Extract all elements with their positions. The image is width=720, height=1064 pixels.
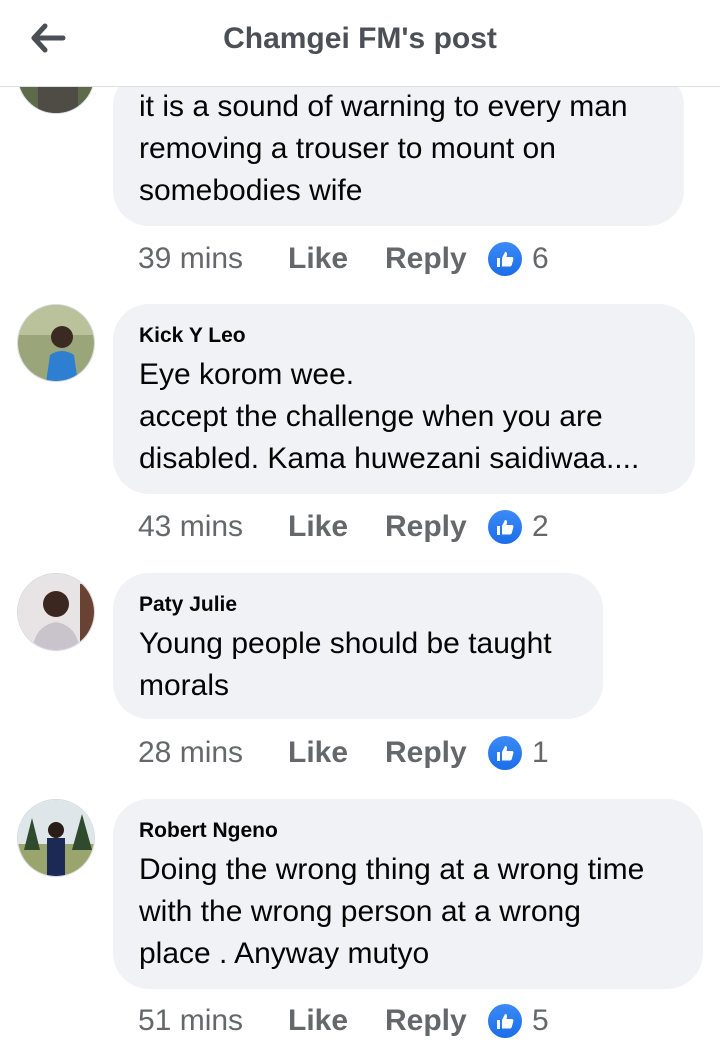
reactions[interactable]: 5 xyxy=(488,1004,549,1038)
avatar-photo xyxy=(18,800,94,876)
avatar-photo xyxy=(18,305,94,381)
page-title: Chamgei FM's post xyxy=(223,22,497,55)
comment-text: Young people should be taught morals xyxy=(139,627,552,702)
thumbs-up-icon xyxy=(488,242,522,276)
avatar[interactable] xyxy=(17,799,95,877)
comment-bubble[interactable]: Paty Julie Young people should be taught… xyxy=(113,573,603,719)
reply-button[interactable]: Reply xyxy=(385,736,488,770)
reactions[interactable]: 1 xyxy=(488,736,549,770)
comment-timestamp[interactable]: 51 mins xyxy=(138,1004,288,1038)
comment-author[interactable]: Kick Y Leo xyxy=(139,324,669,348)
comment-actions: 28 mins Like Reply 1 xyxy=(138,733,549,773)
like-button[interactable]: Like xyxy=(288,510,385,544)
thumbs-up-icon xyxy=(488,510,522,544)
comment-author[interactable]: Paty Julie xyxy=(139,593,577,617)
comment-bubble[interactable]: it is a sound of warning to every man re… xyxy=(113,70,684,226)
reply-button[interactable]: Reply xyxy=(385,242,488,276)
comment-text: Eye korom wee. accept the challenge when… xyxy=(139,358,640,475)
reaction-count: 5 xyxy=(532,1004,549,1037)
avatar-photo xyxy=(18,574,94,650)
comment-actions: 43 mins Like Reply 2 xyxy=(138,507,549,547)
thumbs-up-icon xyxy=(488,1004,522,1038)
reply-button[interactable]: Reply xyxy=(385,510,488,544)
comment-bubble[interactable]: Robert Ngeno Doing the wrong thing at a … xyxy=(113,799,703,989)
comment-timestamp[interactable]: 43 mins xyxy=(138,510,288,544)
reply-button[interactable]: Reply xyxy=(385,1004,488,1038)
comment-author[interactable]: Robert Ngeno xyxy=(139,819,677,843)
reaction-count: 2 xyxy=(532,510,549,543)
reaction-count: 6 xyxy=(532,242,549,275)
comments-list: it is a sound of warning to every man re… xyxy=(0,0,720,1064)
reactions[interactable]: 2 xyxy=(488,510,549,544)
reactions[interactable]: 6 xyxy=(488,242,549,276)
avatar[interactable] xyxy=(17,573,95,651)
like-button[interactable]: Like xyxy=(288,736,385,770)
thumbs-up-icon xyxy=(488,736,522,770)
avatar[interactable] xyxy=(17,304,95,382)
top-bar: Chamgei FM's post xyxy=(0,0,720,87)
like-button[interactable]: Like xyxy=(288,242,385,276)
comment-text: it is a sound of warning to every man re… xyxy=(139,90,628,207)
comment-bubble[interactable]: Kick Y Leo Eye korom wee. accept the cha… xyxy=(113,304,695,494)
comment-actions: 39 mins Like Reply 6 xyxy=(138,239,549,279)
comment-timestamp[interactable]: 28 mins xyxy=(138,736,288,770)
comment-timestamp[interactable]: 39 mins xyxy=(138,242,288,276)
comment-actions: 51 mins Like Reply 5 xyxy=(138,1001,549,1041)
reaction-count: 1 xyxy=(532,736,549,769)
like-button[interactable]: Like xyxy=(288,1004,385,1038)
comment-text: Doing the wrong thing at a wrong time wi… xyxy=(139,853,645,970)
